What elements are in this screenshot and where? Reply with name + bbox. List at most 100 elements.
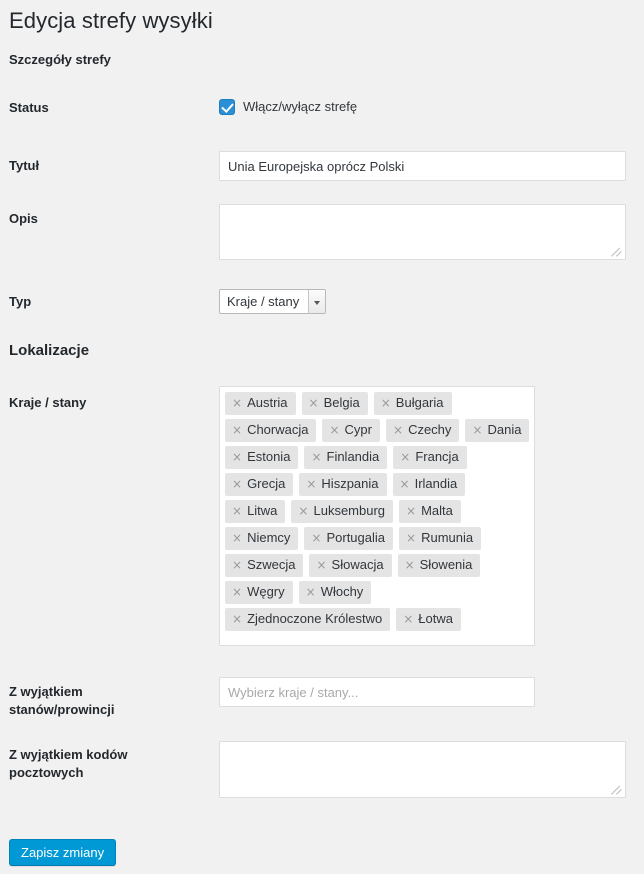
country-tag-label: Francja (415, 449, 459, 464)
country-tag[interactable]: × Austria (225, 392, 296, 415)
remove-tag-icon[interactable]: × (232, 397, 242, 409)
remove-tag-icon[interactable]: × (306, 586, 316, 598)
country-tag-label: Hiszpania (321, 476, 379, 491)
country-tag-label: Szwecja (247, 557, 296, 572)
label-except-states: Z wyjątkiem stanów/prowincji (9, 684, 115, 717)
country-tag-label: Malta (421, 503, 453, 518)
country-tag[interactable]: × Portugalia (304, 527, 394, 550)
country-tag[interactable]: × Finlandia (304, 446, 388, 469)
country-tag-label: Litwa (247, 503, 278, 518)
remove-tag-icon[interactable]: × (232, 478, 242, 490)
remove-tag-icon[interactable]: × (381, 397, 391, 409)
remove-tag-icon[interactable]: × (298, 505, 308, 517)
country-tag-label: Bułgaria (395, 395, 444, 410)
country-tag-label: Słowacja (331, 557, 384, 572)
country-tag-label: Finlandia (326, 449, 380, 464)
remove-tag-icon[interactable]: × (311, 451, 321, 463)
remove-tag-icon[interactable]: × (472, 424, 482, 436)
remove-tag-icon[interactable]: × (232, 424, 242, 436)
country-tag-label: Dania (487, 422, 522, 437)
remove-tag-icon[interactable]: × (232, 505, 242, 517)
section-heading-locations: Lokalizacje (9, 342, 90, 359)
country-tag-label: Austria (247, 395, 288, 410)
remove-tag-icon[interactable]: × (232, 586, 242, 598)
remove-tag-icon[interactable]: × (405, 559, 415, 571)
label-status: Status (9, 100, 49, 115)
remove-tag-icon[interactable]: × (329, 424, 339, 436)
chevron-down-icon[interactable] (308, 290, 326, 313)
country-tag[interactable]: × Malta (399, 500, 461, 523)
section-heading-zone-details: Szczegóły strefy (9, 52, 111, 67)
country-tag-label: Rumunia (421, 530, 474, 545)
label-zone-description: Opis (9, 211, 38, 226)
country-tag[interactable]: × Słowenia (397, 554, 481, 577)
country-tag-label: Słowenia (419, 557, 473, 572)
country-tag[interactable]: × Cypr (322, 419, 380, 442)
zone-type-selected-value: Kraje / stany (227, 294, 300, 309)
save-changes-button[interactable]: Zapisz zmiany (9, 839, 117, 866)
except-states-input[interactable] (219, 677, 535, 707)
country-tag-label: Irlandia (414, 476, 458, 491)
except-postcodes-textarea[interactable] (219, 741, 626, 798)
country-tag[interactable]: × Węgry (225, 581, 293, 604)
country-tag-label: Niemcy (247, 530, 291, 545)
country-tag[interactable]: × Szwecja (225, 554, 304, 577)
remove-tag-icon[interactable]: × (316, 559, 326, 571)
country-tag-label: Chorwacja (247, 422, 309, 437)
country-tag[interactable]: × Litwa (225, 500, 286, 523)
country-tag[interactable]: × Włochy (298, 581, 372, 604)
remove-tag-icon[interactable]: × (393, 424, 403, 436)
remove-tag-icon[interactable]: × (306, 478, 316, 490)
country-tag-label: Czechy (408, 422, 452, 437)
country-tag[interactable]: × Irlandia (392, 473, 466, 496)
remove-tag-icon[interactable]: × (400, 478, 410, 490)
country-tag[interactable]: × Hiszpania (299, 473, 387, 496)
label-except-postcodes: Z wyjątkiem kodów pocztowych (9, 747, 128, 780)
country-tag[interactable]: × Grecja (225, 473, 294, 496)
country-tag[interactable]: × Luksemburg (291, 500, 394, 523)
remove-tag-icon[interactable]: × (232, 532, 242, 544)
countries-states-tag-box[interactable]: × Austria × Belgia × Bułgaria × Chorwacja × Cypr ×… (219, 386, 535, 646)
zone-description-textarea[interactable] (219, 204, 626, 260)
label-countries-states: Kraje / stany (9, 395, 87, 410)
zone-enabled-checkbox[interactable] (219, 99, 235, 115)
remove-tag-icon[interactable]: × (406, 505, 416, 517)
zone-enabled-checkbox-label[interactable]: Włącz/wyłącz strefę (243, 98, 357, 116)
shipping-zone-edit-page: Edycja strefy wysyłki Szczegóły strefy S… (0, 0, 644, 874)
remove-tag-icon[interactable]: × (311, 532, 321, 544)
country-tag-label: Grecja (247, 476, 286, 491)
country-tag[interactable]: × Francja (393, 446, 467, 469)
remove-tag-icon[interactable]: × (400, 451, 410, 463)
country-tag-label: Belgia (323, 395, 360, 410)
remove-tag-icon[interactable]: × (406, 532, 416, 544)
remove-tag-icon[interactable]: × (232, 451, 242, 463)
country-tag[interactable]: × Estonia (225, 446, 299, 469)
country-tag[interactable]: × Chorwacja (225, 419, 317, 442)
country-tag[interactable]: × Słowacja (309, 554, 392, 577)
country-tag[interactable]: × Bułgaria (373, 392, 452, 415)
country-tag-label: Cypr (344, 422, 372, 437)
country-tag[interactable]: × Niemcy (225, 527, 299, 550)
remove-tag-icon[interactable]: × (232, 559, 242, 571)
country-tag-label: Węgry (247, 584, 285, 599)
remove-tag-icon[interactable]: × (309, 397, 319, 409)
country-tag-label: Estonia (247, 449, 291, 464)
country-tag[interactable]: × Dania (465, 419, 530, 442)
zone-enabled-checkbox-row[interactable]: Włącz/wyłącz strefę (219, 98, 357, 116)
country-tag[interactable]: × Czechy (386, 419, 460, 442)
countries-tag-list: × Austria × Belgia × Bułgaria × Chorwacja × Cypr ×… (225, 392, 530, 631)
country-tag-label: Luksemburg (313, 503, 386, 518)
country-tag[interactable]: × Rumunia (399, 527, 482, 550)
label-zone-title: Tytuł (9, 158, 40, 173)
country-tag[interactable]: × Łotwa (396, 608, 461, 631)
remove-tag-icon[interactable]: × (232, 613, 242, 625)
remove-tag-icon[interactable]: × (403, 613, 413, 625)
page-title: Edycja strefy wysyłki (9, 8, 213, 33)
country-tag-label: Łotwa (418, 611, 453, 626)
country-tag-label: Zjednoczone Królestwo (247, 611, 383, 626)
zone-title-input[interactable] (219, 151, 626, 181)
country-tag-label: Włochy (320, 584, 364, 599)
country-tag[interactable]: × Zjednoczone Królestwo (225, 608, 391, 631)
zone-type-select[interactable]: Kraje / stany (219, 289, 327, 314)
country-tag[interactable]: × Belgia (301, 392, 368, 415)
